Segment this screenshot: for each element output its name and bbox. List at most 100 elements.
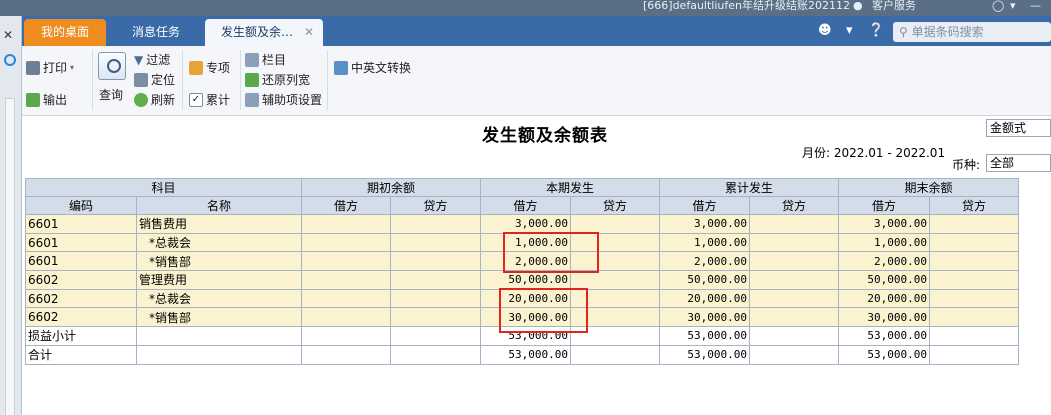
table-cell-end-cr[interactable]: [929, 214, 1019, 234]
table-cell-name[interactable]: 管理费用: [136, 270, 302, 290]
table-cell-cum-dr[interactable]: 53,000.00: [659, 344, 750, 365]
table-cell-open-dr[interactable]: [301, 270, 391, 290]
format-select[interactable]: 金额式: [986, 119, 1051, 137]
tab-my-desktop[interactable]: 我的桌面: [24, 19, 106, 46]
table-cell-end-dr[interactable]: 2,000.00: [838, 251, 930, 272]
table-cell-end-cr[interactable]: [929, 326, 1019, 346]
currency-select[interactable]: 全部: [986, 154, 1051, 172]
column-header[interactable]: 借方: [301, 196, 391, 215]
table-cell-cum-cr[interactable]: [749, 326, 839, 346]
help-icon[interactable]: ❔: [868, 23, 884, 38]
table-cell-cur-dr[interactable]: 3,000.00: [480, 214, 571, 234]
table-cell-name[interactable]: *销售部: [136, 251, 302, 272]
checkbox-icon[interactable]: ✓: [189, 92, 203, 107]
tab-balance-report[interactable]: 发生额及余… ✕: [205, 19, 323, 46]
power-icon[interactable]: ◯: [992, 0, 1004, 12]
column-header[interactable]: 编码: [25, 196, 137, 215]
table-cell-cum-dr[interactable]: 50,000.00: [659, 270, 750, 290]
table-cell-open-cr[interactable]: [390, 326, 481, 346]
table-cell-open-dr[interactable]: [301, 326, 391, 346]
column-group-header[interactable]: 期末余额: [838, 178, 1019, 197]
table-cell-code[interactable]: 6602: [25, 307, 137, 328]
table-cell-end-dr[interactable]: 53,000.00: [838, 344, 930, 365]
tab-message-tasks[interactable]: 消息任务: [110, 19, 202, 46]
column-header[interactable]: 借方: [838, 196, 930, 215]
table-cell-end-dr[interactable]: 20,000.00: [838, 288, 930, 309]
table-cell-open-dr[interactable]: [301, 214, 391, 234]
refresh-circle-icon[interactable]: [4, 54, 16, 66]
table-cell-cum-dr[interactable]: 30,000.00: [659, 307, 750, 328]
aux-settings-button[interactable]: 辅助项设置: [245, 91, 322, 108]
smiley-icon[interactable]: ☻: [818, 23, 832, 38]
column-header[interactable]: 贷方: [390, 196, 481, 215]
lang-switch-button[interactable]: 中英文转换: [334, 59, 411, 76]
table-cell-cum-cr[interactable]: [749, 232, 839, 253]
minimize-icon[interactable]: —: [1030, 0, 1041, 12]
table-cell-cum-cr[interactable]: [749, 251, 839, 272]
table-cell-code[interactable]: 6602: [25, 270, 137, 290]
close-icon[interactable]: ✕: [3, 28, 13, 42]
table-cell-name[interactable]: *总裁会: [136, 232, 302, 253]
table-cell-open-dr[interactable]: [301, 251, 391, 272]
table-cell-cur-cr[interactable]: [570, 344, 660, 365]
table-cell-cum-cr[interactable]: [749, 288, 839, 309]
table-cell-end-cr[interactable]: [929, 288, 1019, 309]
columns-button[interactable]: 栏目: [245, 51, 286, 68]
table-cell-code[interactable]: 6601: [25, 232, 137, 253]
table-cell-name[interactable]: 销售费用: [136, 214, 302, 234]
table-cell-cur-cr[interactable]: [570, 214, 660, 234]
table-cell-end-dr[interactable]: 1,000.00: [838, 232, 930, 253]
chevron-down-icon[interactable]: ▾: [70, 63, 74, 72]
column-header[interactable]: 贷方: [929, 196, 1019, 215]
table-cell-open-cr[interactable]: [390, 214, 481, 234]
column-header[interactable]: 贷方: [749, 196, 839, 215]
table-cell-code[interactable]: 6602: [25, 288, 137, 309]
table-cell-open-cr[interactable]: [390, 307, 481, 328]
table-cell-name[interactable]: *销售部: [136, 307, 302, 328]
table-cell-cum-dr[interactable]: 20,000.00: [659, 288, 750, 309]
table-cell-open-cr[interactable]: [390, 232, 481, 253]
table-cell-open-cr[interactable]: [390, 288, 481, 309]
scrollbar[interactable]: [5, 98, 15, 415]
barcode-search-input[interactable]: ⚲ 单据条码搜索: [893, 22, 1051, 42]
chevron-down-icon[interactable]: ▾: [846, 23, 853, 38]
column-header[interactable]: 借方: [480, 196, 571, 215]
table-cell-cum-dr[interactable]: 53,000.00: [659, 326, 750, 346]
export-button[interactable]: 输出: [26, 91, 67, 108]
table-cell-end-dr[interactable]: 50,000.00: [838, 270, 930, 290]
close-icon[interactable]: ✕: [304, 19, 314, 46]
table-cell-end-dr[interactable]: 53,000.00: [838, 326, 930, 346]
people-icon[interactable]: ●: [853, 0, 863, 12]
column-header[interactable]: 贷方: [570, 196, 660, 215]
table-cell-end-cr[interactable]: [929, 270, 1019, 290]
table-cell-code[interactable]: 损益小计: [25, 326, 137, 346]
table-cell-cum-dr[interactable]: 2,000.00: [659, 251, 750, 272]
restore-width-button[interactable]: 还原列宽: [245, 71, 310, 88]
column-group-header[interactable]: 本期发生: [480, 178, 660, 197]
column-group-header[interactable]: 科目: [25, 178, 302, 197]
chevron-down-icon[interactable]: ▾: [1010, 0, 1016, 12]
table-row[interactable]: 合计 53,000.00 53,000.00 53,000.00: [25, 344, 1019, 365]
table-cell-cum-cr[interactable]: [749, 214, 839, 234]
table-cell-code[interactable]: 合计: [25, 344, 137, 365]
table-cell-cur-dr[interactable]: 53,000.00: [480, 344, 571, 365]
table-cell-open-cr[interactable]: [390, 251, 481, 272]
table-cell-end-dr[interactable]: 3,000.00: [838, 214, 930, 234]
table-row[interactable]: 6602 管理费用 50,000.00 50,000.00 50,000.00: [25, 270, 1019, 290]
column-header[interactable]: 借方: [659, 196, 750, 215]
special-button[interactable]: 专项: [189, 59, 230, 76]
table-cell-cur-cr[interactable]: [570, 270, 660, 290]
table-cell-open-dr[interactable]: [301, 344, 391, 365]
table-cell-end-cr[interactable]: [929, 344, 1019, 365]
table-cell-end-dr[interactable]: 30,000.00: [838, 307, 930, 328]
table-cell-open-cr[interactable]: [390, 270, 481, 290]
table-cell-end-cr[interactable]: [929, 307, 1019, 328]
column-group-header[interactable]: 累计发生: [659, 178, 839, 197]
table-cell-open-dr[interactable]: [301, 307, 391, 328]
filter-button[interactable]: ▼ 过滤: [134, 51, 170, 68]
table-cell-name[interactable]: *总裁会: [136, 288, 302, 309]
customer-service-menu[interactable]: 客户服务: [872, 0, 916, 12]
table-cell-name[interactable]: [136, 344, 302, 365]
table-cell-end-cr[interactable]: [929, 232, 1019, 253]
refresh-button[interactable]: 刷新: [134, 91, 175, 108]
